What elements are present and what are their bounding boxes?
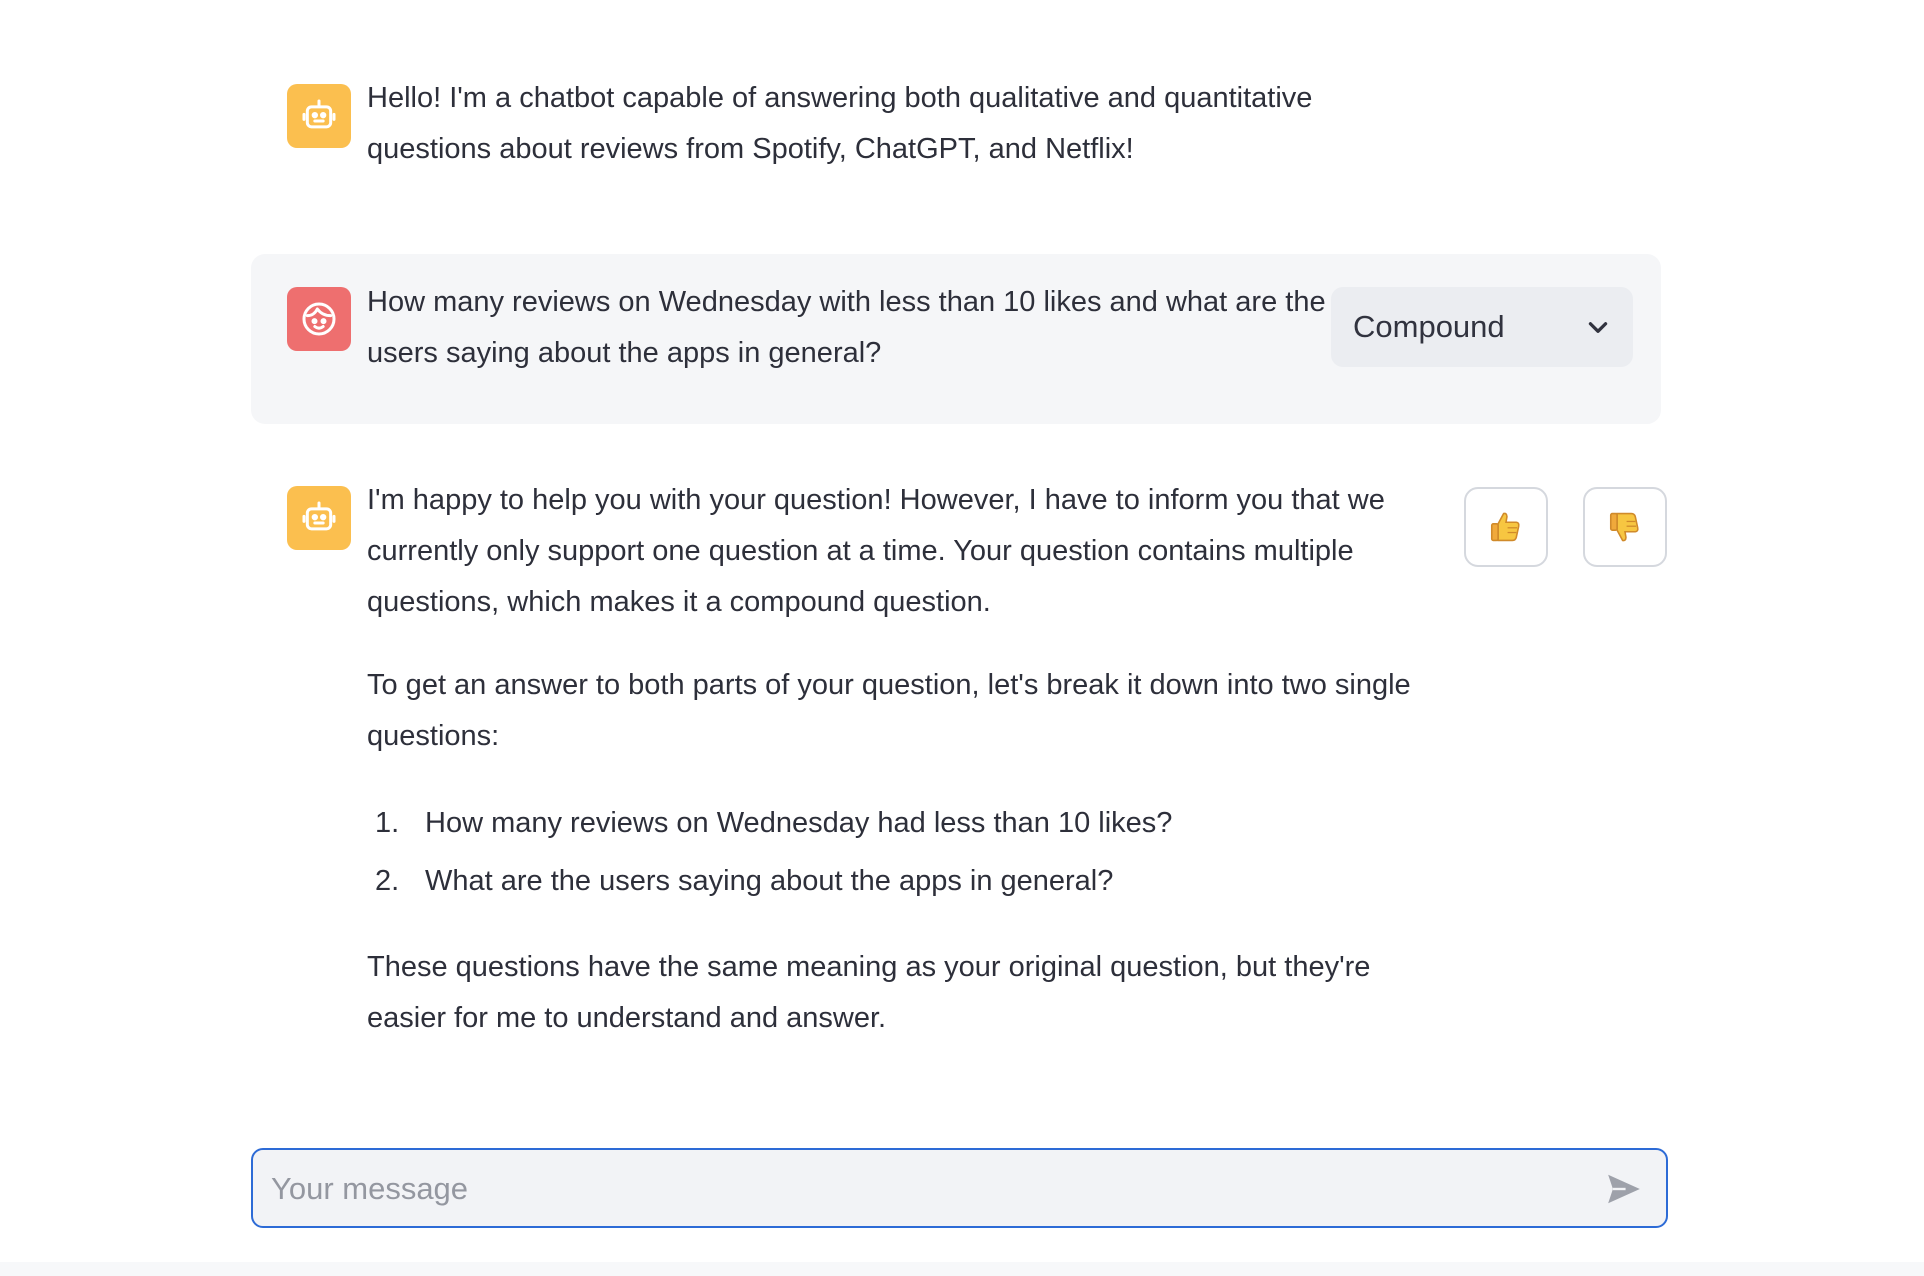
thumbs-down-icon xyxy=(1609,512,1639,542)
user-avatar xyxy=(287,287,351,351)
answer-paragraph: To get an answer to both parts of your q… xyxy=(367,669,1411,752)
chat-page: Hello! I'm a chatbot capable of answerin… xyxy=(0,0,1924,1276)
list-item-number: 1. xyxy=(375,807,400,839)
user-message-text: How many reviews on Wednesday with less … xyxy=(367,277,1327,379)
assistant-avatar xyxy=(287,486,351,550)
message-text: How many reviews on Wednesday with less … xyxy=(367,286,1326,369)
question-type-select[interactable]: Compound xyxy=(1331,287,1633,367)
chat-message-input[interactable] xyxy=(269,1150,1573,1228)
chat-input-container xyxy=(251,1148,1668,1228)
assistant-avatar xyxy=(287,84,351,148)
assistant-message-text: Hello! I'm a chatbot capable of answerin… xyxy=(367,73,1427,175)
send-icon[interactable] xyxy=(1604,1170,1644,1208)
user-message: How many reviews on Wednesday with less … xyxy=(251,254,1661,424)
thumbs-up-button[interactable] xyxy=(1464,487,1548,567)
answer-paragraph: These questions have the same meaning as… xyxy=(367,951,1371,1034)
list-item-number: 2. xyxy=(375,865,400,897)
assistant-message-answer: I'm happy to help you with your question… xyxy=(251,484,1667,1066)
bottom-band xyxy=(0,1262,1924,1276)
chevron-down-icon xyxy=(1588,322,1608,333)
question-type-value: Compound xyxy=(1353,309,1505,344)
assistant-message-greeting: Hello! I'm a chatbot capable of answerin… xyxy=(251,82,1661,204)
thumbs-up-icon xyxy=(1490,512,1520,542)
list-item-text: What are the users saying about the apps… xyxy=(425,865,1114,897)
list-item-text: How many reviews on Wednesday had less t… xyxy=(425,807,1173,839)
message-text: Hello! I'm a chatbot capable of answerin… xyxy=(367,82,1313,165)
question-list: 1. How many reviews on Wednesday had les… xyxy=(367,794,1457,910)
thumbs-down-button[interactable] xyxy=(1583,487,1667,567)
answer-paragraph: I'm happy to help you with your question… xyxy=(367,484,1385,618)
robot-icon xyxy=(302,501,336,531)
list-item: 1. How many reviews on Wednesday had les… xyxy=(367,794,1457,852)
robot-icon xyxy=(302,99,336,129)
face-icon xyxy=(302,302,336,336)
assistant-answer-text: I'm happy to help you with your question… xyxy=(367,475,1457,1044)
list-item: 2. What are the users saying about the a… xyxy=(367,852,1457,910)
